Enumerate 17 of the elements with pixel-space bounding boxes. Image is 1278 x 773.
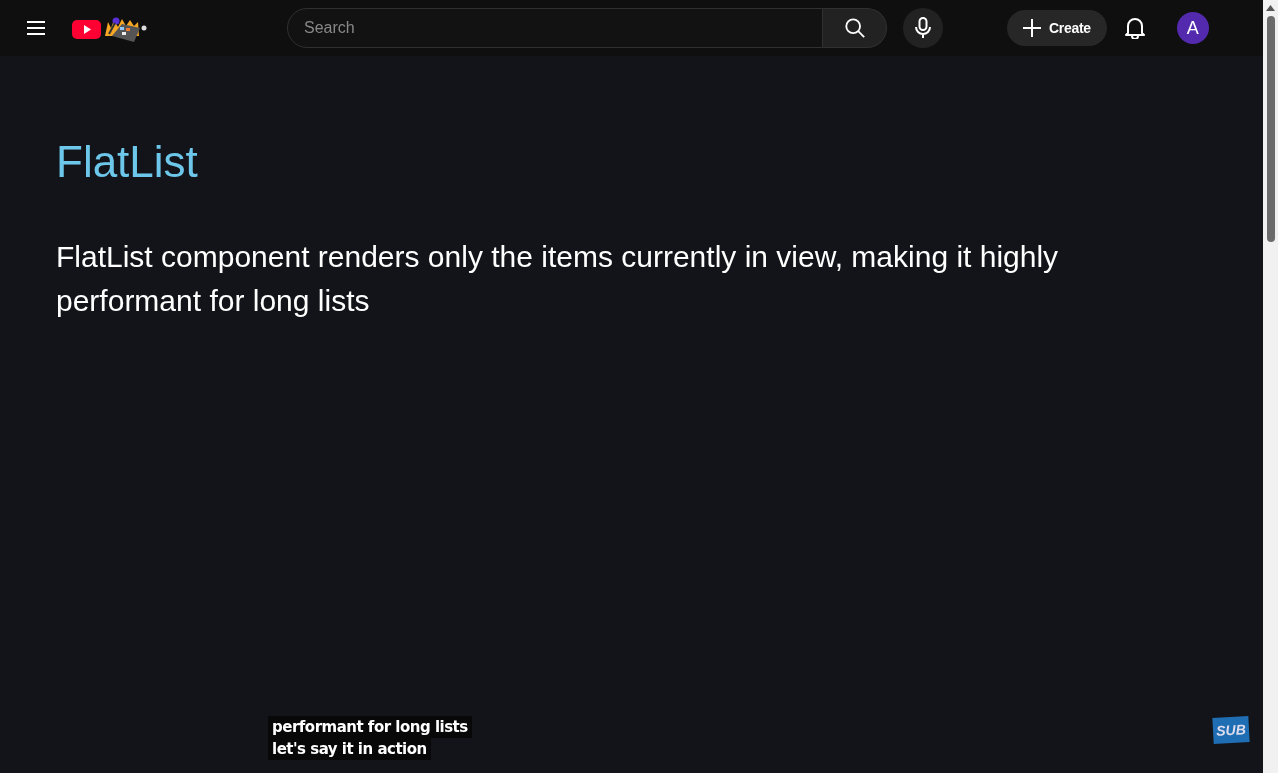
search-button[interactable] bbox=[823, 8, 887, 48]
microphone-icon bbox=[915, 17, 931, 39]
scrollbar-thumb[interactable] bbox=[1266, 16, 1275, 242]
bell-icon bbox=[1124, 17, 1145, 39]
scroll-up-icon[interactable] bbox=[1266, 5, 1275, 11]
menu-icon[interactable] bbox=[27, 21, 45, 35]
search-field[interactable]: Search bbox=[287, 8, 823, 48]
slide-text: FlatList component renders only the items currently in view, making it highly performant for long lists bbox=[56, 239, 1060, 319]
plus-icon bbox=[1023, 19, 1041, 37]
notifications-button[interactable] bbox=[1122, 16, 1147, 40]
subscribe-badge[interactable]: SUB bbox=[1212, 716, 1250, 744]
search-icon bbox=[843, 17, 866, 39]
create-button[interactable]: Create bbox=[1007, 10, 1107, 46]
slide-title: FlatList bbox=[56, 137, 199, 187]
microphone-button[interactable] bbox=[903, 8, 943, 48]
avatar[interactable]: A bbox=[1176, 12, 1209, 44]
scrollbar[interactable] bbox=[1263, 0, 1278, 773]
